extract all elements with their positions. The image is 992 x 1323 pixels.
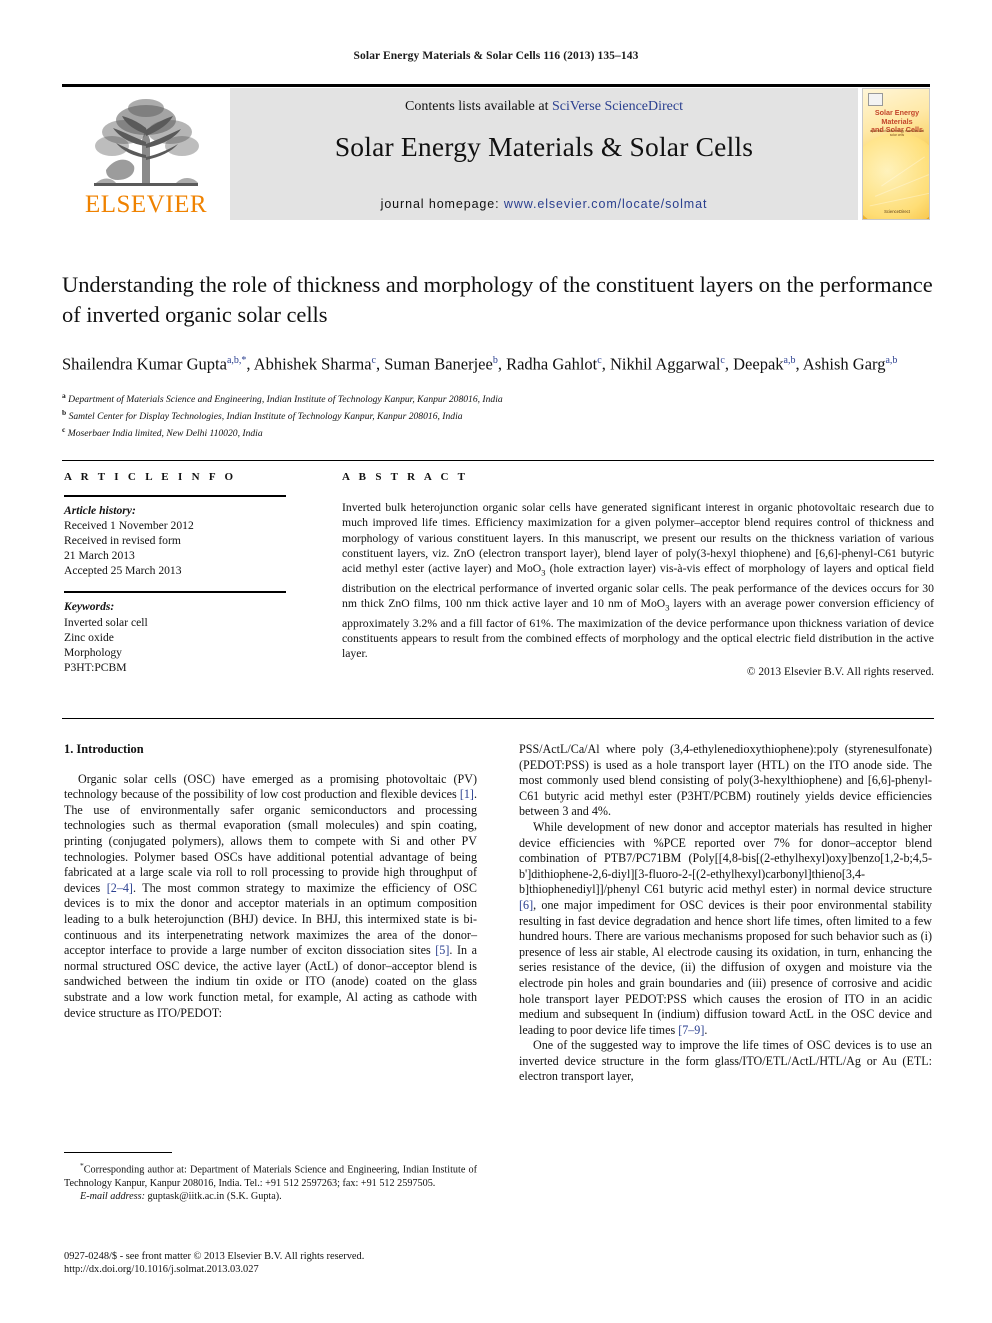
sciencedirect-link[interactable]: SciVerse ScienceDirect: [552, 99, 683, 114]
cover-title-line1: Solar Energy Materials: [874, 108, 920, 126]
paragraph: Organic solar cells (OSC) have emerged a…: [64, 771, 477, 1020]
abstract-text: Inverted bulk heterojunction organic sol…: [342, 501, 934, 661]
history-label: Article history:: [64, 504, 136, 517]
info-top-rule: [62, 460, 934, 461]
body-column-right: PSS/ActL/Ca/Al where poly (3,4-ethylened…: [519, 742, 932, 1085]
affiliation-c: c Moserbaer India limited, New Delhi 110…: [62, 423, 934, 440]
homepage-prefix: journal homepage:: [380, 197, 504, 211]
issn-line: 0927-0248/$ - see front matter © 2013 El…: [64, 1251, 365, 1262]
corresponding-author-note: *Corresponding author at: Department of …: [64, 1159, 477, 1190]
abstract-heading: A B S T R A C T: [342, 471, 469, 483]
email-note: E-mail address: guptask@iitk.ac.in (S.K.…: [64, 1190, 477, 1203]
cover-footer: ScienceDirect: [884, 209, 910, 214]
affiliation-text: Department of Materials Science and Engi…: [68, 393, 503, 405]
info-bottom-rule: [62, 718, 934, 719]
article-history: Article history: Received 1 November 201…: [64, 503, 314, 578]
corresponding-author-text: Corresponding author at: Department of M…: [64, 1164, 477, 1189]
issn-block: 0927-0248/$ - see front matter © 2013 El…: [64, 1250, 504, 1277]
footnote-rule: [64, 1152, 172, 1153]
history-line: Received 1 November 2012: [64, 519, 194, 533]
author-list: Shailendra Kumar Guptaa,b,*, Abhishek Sh…: [62, 354, 898, 374]
article-info-heading: A R T I C L E I N F O: [64, 471, 237, 483]
elsevier-logo-block: ELSEVIER: [62, 88, 230, 220]
masthead-top-rule: [62, 84, 930, 87]
keywords-label: Keywords:: [64, 600, 115, 614]
article-info-column: Article history: Received 1 November 201…: [64, 495, 314, 675]
doi-line[interactable]: http://dx.doi.org/10.1016/j.solmat.2013.…: [64, 1263, 504, 1276]
body-column-left: 1. Introduction Organic solar cells (OSC…: [64, 742, 477, 1021]
contents-available-line: Contents lists available at SciVerse Sci…: [230, 99, 858, 115]
history-line: 21 March 2013: [64, 549, 135, 563]
paragraph: One of the suggested way to improve the …: [519, 1038, 932, 1084]
citation-ref[interactable]: [1]: [460, 787, 474, 801]
affiliation-marker: b: [62, 407, 67, 417]
abstract-column: Inverted bulk heterojunction organic sol…: [342, 500, 934, 678]
copyright-line: © 2013 Elsevier B.V. All rights reserved…: [746, 665, 934, 678]
affiliation-text: Samtel Center for Display Technologies, …: [68, 411, 463, 423]
journal-masthead: ELSEVIER Contents lists available at Sci…: [62, 84, 930, 220]
article-header: Understanding the role of thickness and …: [62, 270, 934, 441]
keyword-item: Inverted solar cell: [64, 615, 148, 629]
running-head: Solar Energy Materials & Solar Cells 116…: [353, 50, 639, 62]
email-label: E-mail address:: [80, 1190, 145, 1202]
affiliation-text: Moserbaer India limited, New Delhi 11002…: [67, 428, 263, 440]
keyword-item: P3HT:PCBM: [64, 660, 127, 674]
affiliation-marker: a: [62, 390, 66, 400]
contents-prefix: Contents lists available at: [405, 99, 552, 114]
keywords-rule: [64, 591, 286, 594]
affiliation-b: b Samtel Center for Display Technologies…: [62, 406, 934, 423]
footnote-area: *Corresponding author at: Department of …: [64, 1152, 477, 1203]
citation-ref[interactable]: [6]: [519, 898, 533, 912]
citation-ref[interactable]: [5]: [435, 943, 449, 957]
journal-homepage-line: journal homepage: www.elsevier.com/locat…: [230, 197, 858, 211]
section-heading-introduction: 1. Introduction: [64, 742, 144, 756]
cover-subtitle: a journal of solar energy materials and …: [869, 129, 925, 137]
citation-ref[interactable]: [7–9]: [678, 1023, 704, 1037]
keyword-item: Morphology: [64, 645, 122, 659]
cover-publisher-logo: [868, 93, 883, 106]
citation-ref[interactable]: [2–4]: [107, 881, 133, 895]
email-value[interactable]: guptask@iitk.ac.in (S.K. Gupta).: [148, 1191, 282, 1202]
journal-cover-thumbnail: Solar Energy Materials and Solar Cells a …: [862, 88, 930, 220]
paper-page: Solar Energy Materials & Solar Cells 116…: [0, 0, 992, 1323]
paragraph: While development of new donor and accep…: [519, 819, 932, 1037]
journal-homepage-link[interactable]: www.elsevier.com/locate/solmat: [504, 197, 707, 211]
journal-title: Solar Energy Materials & Solar Cells: [334, 131, 754, 162]
history-rule: [64, 495, 286, 497]
affiliation-a: a Department of Materials Science and En…: [62, 389, 934, 406]
elsevier-wordmark: ELSEVIER: [84, 191, 208, 218]
affiliation-marker: c: [62, 425, 66, 435]
keyword-item: Zinc oxide: [64, 630, 114, 644]
keywords-block: Keywords: Inverted solar cell Zinc oxide…: [64, 599, 314, 674]
journal-header-panel: Contents lists available at SciVerse Sci…: [230, 88, 858, 220]
history-line: Accepted 25 March 2013: [64, 564, 182, 578]
elsevier-tree-icon: [94, 99, 199, 186]
paragraph: PSS/ActL/Ca/Al where poly (3,4-ethylened…: [519, 742, 932, 819]
history-line: Received in revised form: [64, 534, 181, 548]
page-title: Understanding the role of thickness and …: [62, 272, 933, 327]
